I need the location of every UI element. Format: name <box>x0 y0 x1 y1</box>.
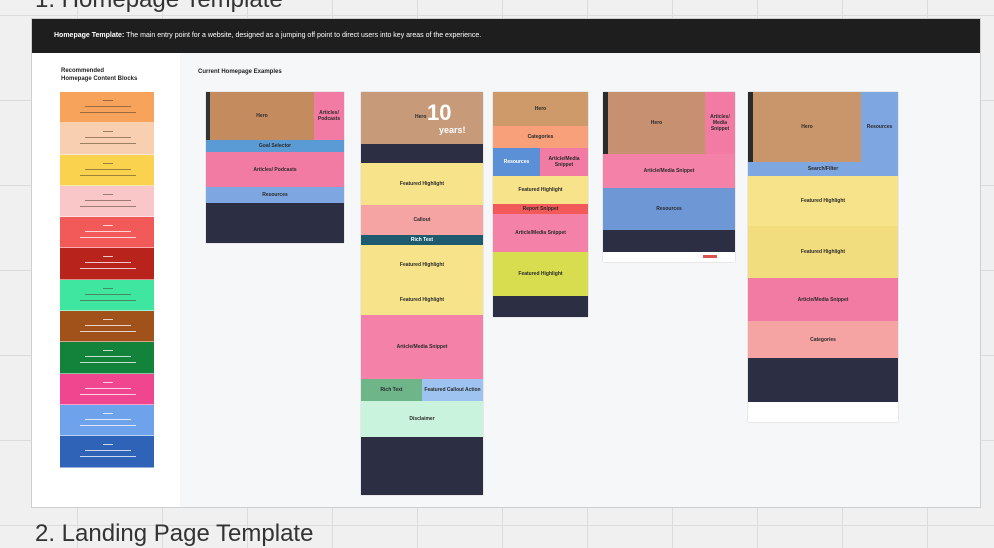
resources-block: Resources <box>493 148 540 176</box>
featured-highlight-2: Featured Highlight <box>748 226 898 278</box>
featured-callout-block: Featured Callout Action <box>422 379 483 401</box>
disclaimer-block: Disclaimer <box>361 401 483 437</box>
content-block-swatch <box>60 217 154 249</box>
homepage-template-card: Homepage Template: The main entry point … <box>31 18 981 508</box>
hero-block: Hero <box>608 92 705 154</box>
title-line-2: Homepage Content Blocks <box>61 76 138 82</box>
featured-highlight-2: Featured Highlight <box>493 252 588 296</box>
content-block-swatch <box>60 373 154 405</box>
articles-block: Articles/ Podcasts <box>314 92 344 140</box>
big-number: 10 <box>427 100 452 125</box>
resources-block: Resources <box>206 187 344 203</box>
footer-block <box>748 358 898 402</box>
articles-block: Articles/ Media Snippet <box>705 92 735 154</box>
goal-selector-block: Goal Selector <box>206 140 344 152</box>
title-line-1: Recommended <box>61 68 105 74</box>
homepage-example-1: Hero Articles/ Podcasts Goal Selector Ar… <box>206 92 344 243</box>
section-heading-homepage: 1. Homepage Template <box>35 0 283 14</box>
featured-highlight-1: Featured Highlight <box>493 176 588 204</box>
resources-block: Resources <box>603 188 735 230</box>
hero-block: Hero 10 years! <box>361 92 483 144</box>
article-snippet-block: Article/Media Snippet <box>361 315 483 379</box>
section-heading-landing: 2. Landing Page Template <box>35 520 314 547</box>
content-block-swatch <box>60 342 154 374</box>
template-banner: Homepage Template: The main entry point … <box>32 19 980 53</box>
rich-text-block: Rich Text <box>361 235 483 245</box>
categories-block: Categories <box>748 321 898 358</box>
featured-highlight-1: Featured Highlight <box>361 163 483 205</box>
banner-description: The main entry point for a website, desi… <box>126 32 482 39</box>
footer-block <box>603 230 735 252</box>
hero-block: Hero <box>493 92 588 126</box>
big-number-sub: years! <box>439 125 466 135</box>
footer-block <box>206 203 344 243</box>
search-filter-block: Search/Filter <box>748 162 898 176</box>
content-block-swatch <box>60 404 154 437</box>
hero-block: Hero <box>210 92 314 140</box>
banner-title: Homepage Template: <box>54 32 125 39</box>
resources-block: Resources <box>861 92 898 162</box>
categories-block: Categories <box>493 126 588 148</box>
content-block-swatch <box>60 279 154 312</box>
homepage-example-3: Hero Categories Resources Article/Media … <box>493 92 588 317</box>
content-block-swatch <box>60 185 154 218</box>
featured-highlight-3: Featured Highlight <box>361 285 483 315</box>
recommended-blocks-panel: Recommended Homepage Content Blocks <box>32 53 180 507</box>
rich-text-block-2: Rich Text <box>361 379 422 401</box>
footer-block <box>493 296 588 317</box>
content-block-swatches <box>60 92 154 468</box>
content-block-swatch <box>60 154 154 186</box>
homepage-example-4: Hero Articles/ Media Snippet Article/Med… <box>603 92 735 262</box>
footer-block <box>361 437 483 495</box>
examples-title: Current Homepage Examples <box>198 69 282 75</box>
article-snippet-block-2: Article/Media Snippet <box>493 214 588 252</box>
hero-block: Hero <box>753 92 861 162</box>
featured-highlight-2: Featured Highlight <box>361 245 483 285</box>
homepage-example-2: Hero 10 years! Featured Highlight Callou… <box>361 92 483 495</box>
content-block-swatch <box>60 248 154 280</box>
recommended-blocks-title: Recommended Homepage Content Blocks <box>61 67 137 83</box>
content-block-swatch <box>60 123 154 155</box>
content-block-swatch <box>60 92 154 124</box>
articles-block-2: Articles/ Podcasts <box>206 152 344 187</box>
article-snippet-block: Article/Media Snippet <box>603 154 735 188</box>
callout-block: Callout <box>361 205 483 235</box>
featured-highlight-1: Featured Highlight <box>748 176 898 226</box>
homepage-example-5: Hero Resources Search/Filter Featured Hi… <box>748 92 898 422</box>
report-snippet-block: Report Snippet <box>493 204 588 214</box>
article-snippet-block: Article/Media Snippet <box>540 148 588 176</box>
article-snippet-block: Article/Media Snippet <box>748 278 898 321</box>
content-block-swatch <box>60 436 154 468</box>
content-block-swatch <box>60 311 154 343</box>
